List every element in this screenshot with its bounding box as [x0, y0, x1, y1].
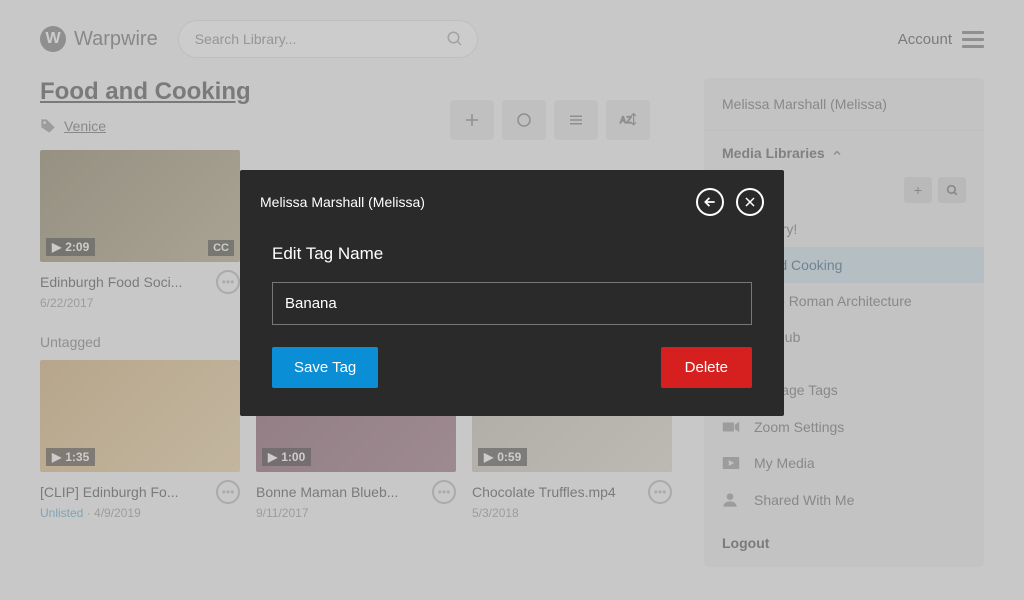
close-button[interactable]: [736, 188, 764, 216]
tag-name-input[interactable]: [272, 282, 752, 325]
modal-overlay[interactable]: Melissa Marshall (Melissa) Edit Tag Name…: [0, 0, 1024, 600]
save-tag-button[interactable]: Save Tag: [272, 347, 378, 388]
modal-user: Melissa Marshall (Melissa): [260, 194, 425, 210]
back-button[interactable]: [696, 188, 724, 216]
modal-body: Edit Tag Name Save Tag Delete: [240, 234, 784, 416]
modal-title: Edit Tag Name: [272, 244, 752, 264]
edit-tag-modal: Melissa Marshall (Melissa) Edit Tag Name…: [240, 170, 784, 416]
delete-tag-button[interactable]: Delete: [661, 347, 752, 388]
modal-header: Melissa Marshall (Melissa): [240, 170, 784, 234]
